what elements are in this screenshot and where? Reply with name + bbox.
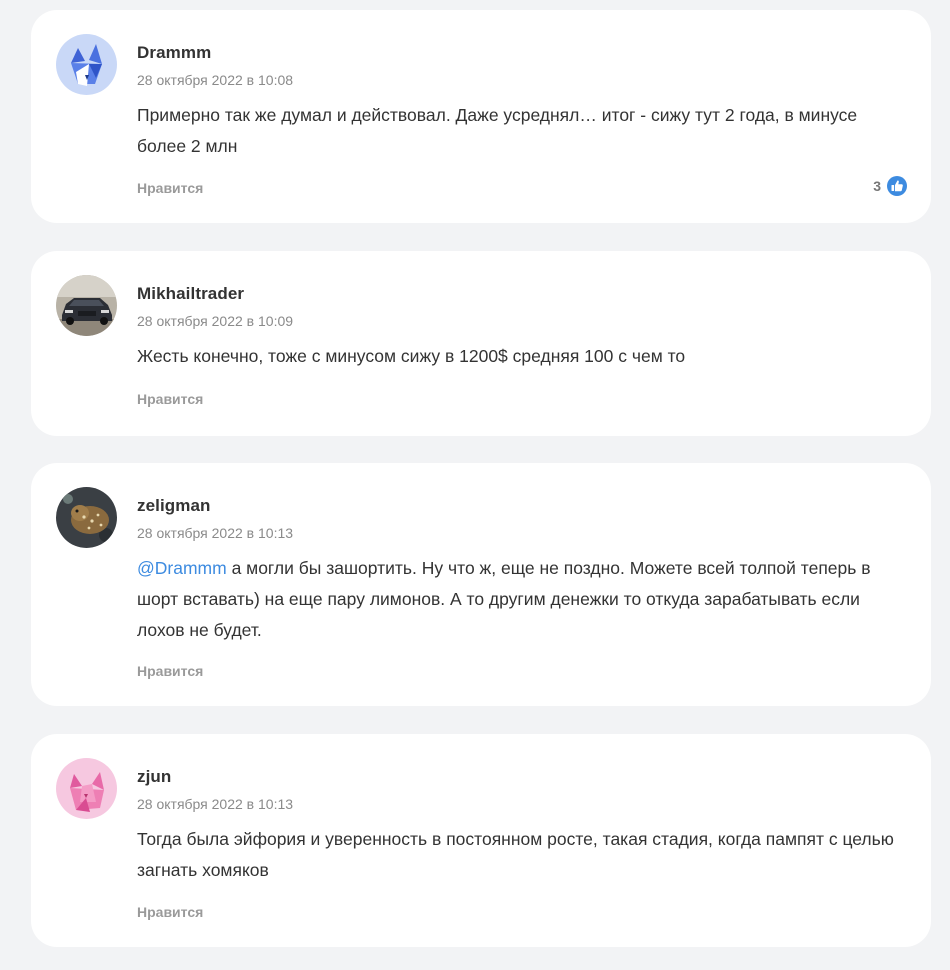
car-photo-avatar-icon: [56, 275, 117, 336]
likes-counter[interactable]: 3: [873, 176, 907, 196]
comment-card: zeligman 28 октября 2022 в 10:13 @Drammm…: [31, 463, 931, 706]
comment-date[interactable]: 28 октября 2022 в 10:13: [137, 525, 293, 541]
like-button[interactable]: Нравится: [137, 180, 203, 196]
user-avatar[interactable]: [56, 487, 117, 548]
comment-author[interactable]: zjun: [137, 767, 171, 787]
comment-text: Примерно так же думал и действовал. Даже…: [137, 105, 858, 156]
comment-date[interactable]: 28 октября 2022 в 10:13: [137, 796, 293, 812]
cat-avatar-icon: [56, 758, 117, 819]
animal-photo-avatar-icon: [56, 487, 117, 548]
comment-card: zjun 28 октября 2022 в 10:13 Тогда была …: [31, 734, 931, 947]
like-button[interactable]: Нравится: [137, 904, 203, 920]
user-avatar[interactable]: [56, 34, 117, 95]
comment-text: @Drammm а могли бы зашортить. Ну что ж, …: [137, 553, 907, 646]
comment-card: Drammm 28 октября 2022 в 10:08 Примерно …: [31, 10, 931, 223]
likes-count: 3: [873, 178, 881, 194]
comment-author[interactable]: Drammm: [137, 43, 211, 63]
comment-text: Тогда была эйфория и уверенность в посто…: [137, 829, 894, 880]
user-mention-link[interactable]: @Drammm: [137, 558, 227, 578]
like-button[interactable]: Нравится: [137, 663, 203, 679]
thumbs-up-icon: [887, 176, 907, 196]
comment-text-body: а могли бы зашортить. Ну что ж, еще не п…: [137, 558, 871, 640]
comment-author[interactable]: zeligman: [137, 496, 211, 516]
fox-avatar-icon: [56, 34, 117, 95]
comment-date[interactable]: 28 октября 2022 в 10:08: [137, 72, 293, 88]
user-avatar[interactable]: [56, 275, 117, 336]
comment-card: Mikhailtrader 28 октября 2022 в 10:09 Же…: [31, 251, 931, 436]
comment-date[interactable]: 28 октября 2022 в 10:09: [137, 313, 293, 329]
comment-text: Жесть конечно, тоже с минусом сижу в 120…: [137, 346, 686, 366]
comment-author[interactable]: Mikhailtrader: [137, 284, 244, 304]
user-avatar[interactable]: [56, 758, 117, 819]
like-button[interactable]: Нравится: [137, 391, 203, 407]
